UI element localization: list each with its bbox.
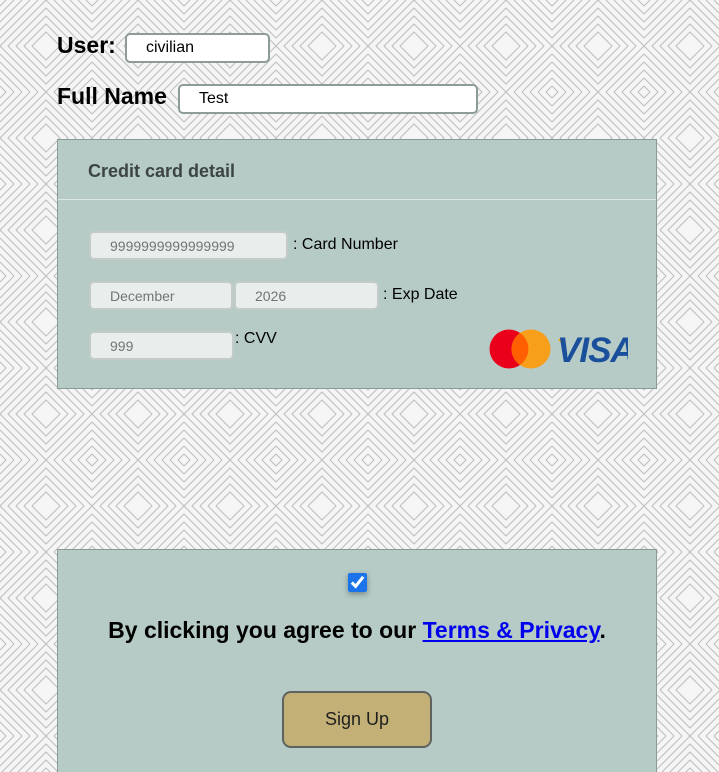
visa-logo-text: VISA	[557, 331, 628, 370]
visa-logo: VISA	[557, 331, 628, 370]
card-panel-title: Credit card detail	[88, 161, 236, 181]
signup-panel: By clicking you agree to our Terms & Pri…	[57, 549, 657, 772]
card-panel-divider	[58, 199, 656, 200]
credit-card-panel: Credit card detail : Card Number : Exp D…	[57, 139, 657, 389]
agree-statement: By clicking you agree to our Terms & Pri…	[58, 617, 656, 644]
user-input[interactable]	[125, 33, 270, 63]
card-number-caption: : Card Number	[293, 236, 398, 253]
exp-month-input[interactable]	[89, 281, 233, 310]
user-label: User:	[57, 32, 116, 58]
card-number-input[interactable]	[89, 231, 288, 260]
exp-year-input[interactable]	[234, 281, 379, 310]
agree-text-before: By clicking you agree to our	[108, 617, 423, 643]
full-name-input[interactable]	[178, 84, 478, 114]
exp-date-caption: : Exp Date	[383, 286, 458, 303]
agree-text-after: .	[599, 617, 606, 643]
mastercard-logo	[489, 329, 551, 369]
agree-checkbox[interactable]	[348, 573, 367, 592]
cvv-caption: : CVV	[235, 330, 277, 347]
signup-button[interactable]: Sign Up	[282, 691, 432, 748]
cvv-input[interactable]	[89, 331, 234, 360]
terms-privacy-link[interactable]: Terms & Privacy	[423, 617, 600, 643]
full-name-label: Full Name	[57, 83, 167, 109]
